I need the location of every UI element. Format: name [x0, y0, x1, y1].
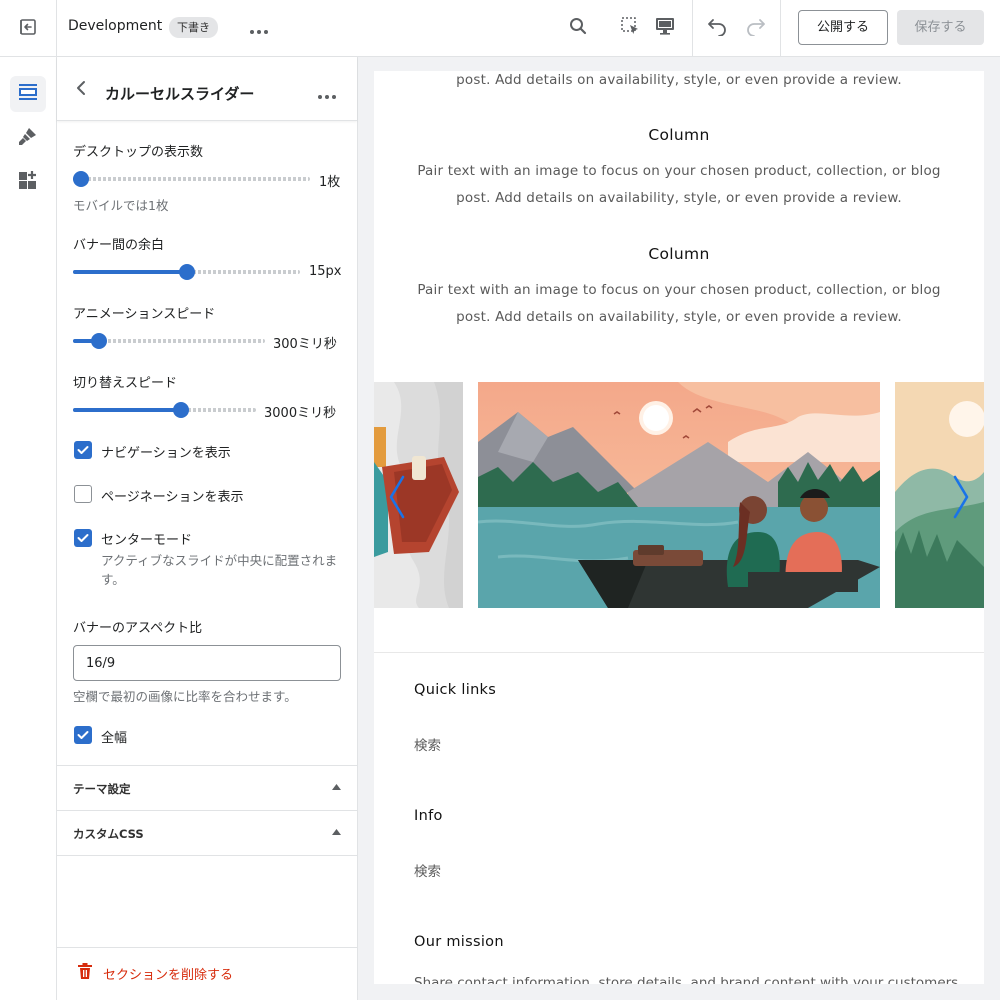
desktop-view-button[interactable] — [651, 14, 679, 42]
full-width-checkbox[interactable] — [74, 726, 92, 744]
mobile-count-help: モバイルでは1枚 — [73, 198, 169, 213]
divider — [57, 947, 357, 948]
more-icon — [250, 19, 268, 38]
anim-speed-label: アニメーションスピード — [73, 307, 216, 322]
anim-speed-value: 300ミリ秒 — [273, 337, 337, 352]
column-title: Column — [648, 245, 710, 263]
slider-thumb[interactable] — [73, 171, 89, 187]
carousel-slide-active[interactable] — [478, 382, 880, 608]
publish-button[interactable]: 公開する — [798, 10, 888, 45]
exit-button[interactable] — [0, 0, 57, 57]
sections-icon — [18, 83, 38, 105]
footer-link[interactable]: 検索 — [414, 860, 441, 880]
switch-speed-value: 3000ミリ秒 — [264, 406, 337, 421]
center-mode-help: アクティブなスライドが中央に配置されます。 — [101, 553, 338, 587]
store-preview: post. Add details on availability, style… — [374, 71, 984, 984]
settings-panel: カルーセルスライダー デスクトップの表示数 1枚 モバイルでは1枚 バナー間の余… — [57, 57, 358, 1000]
desktop-count-slider[interactable] — [73, 171, 310, 187]
footer-mission-text: Share contact information, store details… — [414, 975, 963, 984]
rail-sections[interactable] — [10, 76, 46, 112]
footer-link[interactable]: 検索 — [414, 734, 441, 754]
switch-speed-slider[interactable] — [73, 402, 256, 418]
desktop-count-value: 1枚 — [319, 175, 341, 190]
toolbar-divider — [780, 0, 781, 57]
section-more-button[interactable] — [315, 83, 339, 103]
show-pagination-label: ページネーションを表示 — [101, 490, 244, 505]
carousel-prev-button[interactable] — [384, 474, 410, 524]
save-button[interactable]: 保存する — [897, 10, 984, 45]
slider-thumb[interactable] — [173, 402, 190, 418]
chevron-left-icon — [388, 475, 406, 523]
column-text: Pair text with an image to focus on your… — [417, 163, 941, 206]
status-badge: 下書き — [169, 17, 218, 38]
more-icon — [318, 84, 336, 103]
panel-title: カルーセルスライダー — [105, 85, 255, 103]
toolbar-divider — [692, 0, 693, 57]
footer-heading: Quick links — [414, 682, 497, 698]
carousel-next-button[interactable] — [948, 474, 974, 524]
show-nav-label: ナビゲーションを表示 — [101, 446, 231, 461]
show-pagination-checkbox[interactable] — [74, 485, 92, 503]
aspect-ratio-label: バナーのアスペクト比 — [73, 621, 203, 636]
slider-fill — [73, 270, 187, 274]
exit-icon — [18, 17, 38, 41]
rail-theme-settings[interactable] — [10, 120, 46, 156]
back-button[interactable] — [71, 81, 91, 99]
divider — [57, 810, 357, 811]
column-title: Column — [648, 126, 710, 144]
divider — [57, 765, 357, 766]
column-text: Pair text with an image to focus on your… — [417, 282, 941, 325]
show-nav-checkbox[interactable] — [74, 441, 92, 459]
theme-more-button[interactable] — [247, 17, 271, 39]
full-width-label: 全幅 — [101, 731, 128, 746]
trash-icon — [77, 962, 93, 984]
inspector-button[interactable] — [616, 14, 644, 42]
theme-name: Development — [68, 18, 163, 34]
center-mode-checkbox[interactable] — [74, 529, 92, 547]
rail-apps[interactable] — [10, 164, 46, 200]
footer-heading: Info — [414, 808, 443, 824]
desktop-icon — [655, 17, 675, 39]
redo-button[interactable] — [741, 14, 769, 42]
search-icon — [569, 17, 587, 39]
desktop-count-label: デスクトップの表示数 — [73, 145, 204, 160]
aspect-ratio-help: 空欄で最初の画像に比率を合わせます。 — [73, 689, 297, 704]
center-mode-label: センターモード — [101, 533, 193, 548]
anim-speed-slider[interactable] — [73, 333, 265, 349]
aspect-ratio-input[interactable] — [73, 645, 341, 681]
inspector-icon — [620, 16, 640, 40]
divider — [57, 855, 357, 856]
caret-up-icon[interactable] — [331, 783, 341, 791]
theme-brush-icon — [18, 126, 38, 150]
gap-value: 15px — [309, 264, 342, 279]
chevron-right-icon — [952, 475, 970, 523]
apps-icon — [18, 170, 38, 194]
panel-header: カルーセルスライダー — [57, 57, 357, 121]
top-bar: Development 下書き 公開する 保存する — [0, 0, 1000, 57]
redo-icon — [744, 16, 766, 40]
slider-thumb[interactable] — [178, 264, 195, 280]
footer-divider — [374, 652, 984, 653]
icon-rail — [0, 57, 57, 1000]
slider-fill — [73, 408, 182, 412]
slider-track — [73, 177, 310, 181]
caret-up-icon[interactable] — [331, 828, 341, 836]
accordion-theme-settings[interactable]: テーマ設定 — [73, 781, 131, 797]
search-button[interactable] — [564, 14, 592, 42]
gap-slider[interactable] — [73, 264, 300, 280]
switch-speed-label: 切り替えスピード — [73, 376, 178, 391]
column-text-partial: post. Add details on availability, style… — [456, 72, 902, 88]
undo-button[interactable] — [704, 14, 732, 42]
accordion-custom-css[interactable]: カスタムCSS — [73, 826, 144, 842]
delete-section-button[interactable]: セクションを削除する — [77, 963, 233, 983]
delete-section-label: セクションを削除する — [103, 967, 234, 983]
undo-icon — [707, 16, 729, 40]
back-icon — [76, 80, 86, 100]
gap-label: バナー間の余白 — [73, 238, 165, 253]
slider-thumb[interactable] — [90, 333, 107, 349]
footer-heading: Our mission — [414, 934, 504, 950]
